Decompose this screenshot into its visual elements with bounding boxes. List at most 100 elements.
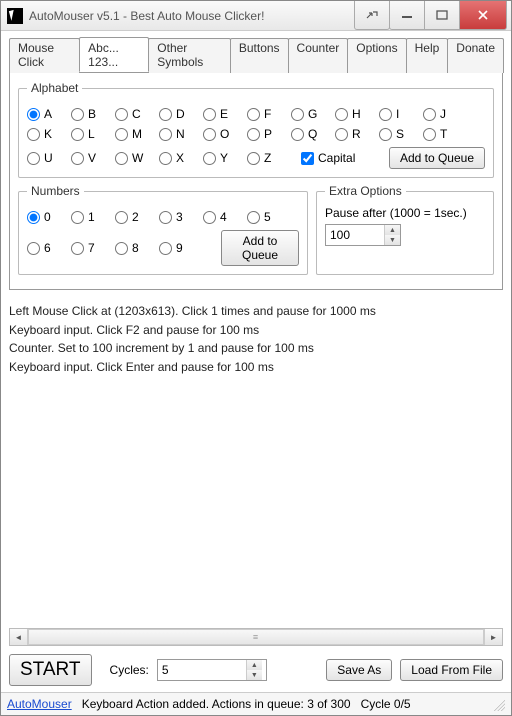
num-radio-3[interactable]: 3: [159, 210, 203, 224]
resize-grip[interactable]: [491, 697, 505, 711]
alpha-radio-input-f[interactable]: [247, 108, 260, 121]
alpha-radio-input-e[interactable]: [203, 108, 216, 121]
start-button[interactable]: START: [9, 654, 92, 686]
alpha-radio-input-n[interactable]: [159, 128, 172, 141]
alpha-radio-input-g[interactable]: [291, 108, 304, 121]
num-radio-input-2[interactable]: [115, 211, 128, 224]
alpha-radio-input-z[interactable]: [247, 152, 260, 165]
alpha-radio-i[interactable]: I: [379, 107, 423, 121]
alpha-radio-input-d[interactable]: [159, 108, 172, 121]
alpha-radio-input-v[interactable]: [71, 152, 84, 165]
alphabet-add-button[interactable]: Add to Queue: [389, 147, 485, 169]
num-radio-input-0[interactable]: [27, 211, 40, 224]
num-radio-0[interactable]: 0: [27, 210, 71, 224]
num-radio-8[interactable]: 8: [115, 241, 159, 255]
alpha-radio-input-j[interactable]: [423, 108, 436, 121]
capital-checkbox-input[interactable]: [301, 152, 314, 165]
alpha-radio-n[interactable]: N: [159, 127, 203, 141]
num-radio-2[interactable]: 2: [115, 210, 159, 224]
alpha-radio-input-o[interactable]: [203, 128, 216, 141]
tab-buttons[interactable]: Buttons: [230, 38, 289, 73]
capital-checkbox[interactable]: Capital: [297, 149, 355, 168]
alpha-radio-input-p[interactable]: [247, 128, 260, 141]
scroll-left-arrow[interactable]: ◄: [10, 629, 28, 645]
pause-spin-buttons[interactable]: ▲ ▼: [384, 225, 400, 245]
status-link[interactable]: AutoMouser: [7, 697, 72, 711]
alpha-radio-w[interactable]: W: [115, 151, 159, 165]
alpha-radio-input-w[interactable]: [115, 152, 128, 165]
alpha-radio-input-b[interactable]: [71, 108, 84, 121]
alpha-radio-v[interactable]: V: [71, 151, 115, 165]
num-radio-input-3[interactable]: [159, 211, 172, 224]
alpha-radio-o[interactable]: O: [203, 127, 247, 141]
pause-spin-down[interactable]: ▼: [385, 235, 400, 245]
alpha-radio-input-s[interactable]: [379, 128, 392, 141]
close-button[interactable]: [459, 1, 507, 30]
alpha-radio-input-y[interactable]: [203, 152, 216, 165]
alpha-radio-input-l[interactable]: [71, 128, 84, 141]
pause-spinner[interactable]: ▲ ▼: [325, 224, 401, 246]
alpha-radio-input-q[interactable]: [291, 128, 304, 141]
alpha-radio-b[interactable]: B: [71, 107, 115, 121]
alpha-radio-input-u[interactable]: [27, 152, 40, 165]
alpha-radio-input-m[interactable]: [115, 128, 128, 141]
alpha-radio-k[interactable]: K: [27, 127, 71, 141]
minimize-button[interactable]: [389, 1, 425, 30]
alpha-radio-g[interactable]: G: [291, 107, 335, 121]
popout-button[interactable]: [354, 1, 390, 30]
cycles-spin-up[interactable]: ▲: [247, 660, 262, 670]
alpha-radio-j[interactable]: J: [423, 107, 467, 121]
alpha-radio-s[interactable]: S: [379, 127, 423, 141]
maximize-button[interactable]: [424, 1, 460, 30]
num-radio-1[interactable]: 1: [71, 210, 115, 224]
tab-other-symbols[interactable]: Other Symbols: [148, 38, 231, 73]
alpha-radio-d[interactable]: D: [159, 107, 203, 121]
cycles-spin-down[interactable]: ▼: [247, 670, 262, 680]
alpha-radio-input-a[interactable]: [27, 108, 40, 121]
alpha-radio-p[interactable]: P: [247, 127, 291, 141]
num-radio-7[interactable]: 7: [71, 241, 115, 255]
horizontal-scrollbar[interactable]: ◄ ≡ ►: [9, 628, 503, 646]
num-radio-input-9[interactable]: [159, 242, 172, 255]
scroll-track[interactable]: ≡: [28, 629, 484, 645]
numbers-add-button[interactable]: Add to Queue: [221, 230, 299, 266]
alpha-radio-input-x[interactable]: [159, 152, 172, 165]
tab-help[interactable]: Help: [406, 38, 449, 73]
load-from-file-button[interactable]: Load From File: [400, 659, 503, 681]
alpha-radio-input-r[interactable]: [335, 128, 348, 141]
num-radio-5[interactable]: 5: [247, 210, 291, 224]
alpha-radio-m[interactable]: M: [115, 127, 159, 141]
num-radio-input-6[interactable]: [27, 242, 40, 255]
num-radio-input-7[interactable]: [71, 242, 84, 255]
tab-options[interactable]: Options: [347, 38, 406, 73]
scroll-thumb[interactable]: ≡: [28, 629, 484, 645]
alpha-radio-input-i[interactable]: [379, 108, 392, 121]
tab-abc-123-[interactable]: Abc... 123...: [79, 37, 149, 72]
alpha-radio-f[interactable]: F: [247, 107, 291, 121]
alpha-radio-input-t[interactable]: [423, 128, 436, 141]
alpha-radio-l[interactable]: L: [71, 127, 115, 141]
pause-input[interactable]: [326, 225, 384, 245]
alpha-radio-input-h[interactable]: [335, 108, 348, 121]
num-radio-6[interactable]: 6: [27, 241, 71, 255]
alpha-radio-y[interactable]: Y: [203, 151, 247, 165]
alpha-radio-input-c[interactable]: [115, 108, 128, 121]
tab-donate[interactable]: Donate: [447, 38, 504, 73]
tab-counter[interactable]: Counter: [288, 38, 349, 73]
num-radio-9[interactable]: 9: [159, 241, 203, 255]
alpha-radio-e[interactable]: E: [203, 107, 247, 121]
num-radio-input-1[interactable]: [71, 211, 84, 224]
alpha-radio-z[interactable]: Z: [247, 151, 291, 165]
num-radio-input-5[interactable]: [247, 211, 260, 224]
save-as-button[interactable]: Save As: [326, 659, 392, 681]
alpha-radio-input-k[interactable]: [27, 128, 40, 141]
num-radio-4[interactable]: 4: [203, 210, 247, 224]
tab-mouse-click[interactable]: Mouse Click: [9, 38, 80, 73]
alpha-radio-t[interactable]: T: [423, 127, 467, 141]
alpha-radio-r[interactable]: R: [335, 127, 379, 141]
alpha-radio-q[interactable]: Q: [291, 127, 335, 141]
alpha-radio-a[interactable]: A: [27, 107, 71, 121]
alpha-radio-u[interactable]: U: [27, 151, 71, 165]
cycles-spin-buttons[interactable]: ▲ ▼: [246, 660, 262, 680]
alpha-radio-c[interactable]: C: [115, 107, 159, 121]
